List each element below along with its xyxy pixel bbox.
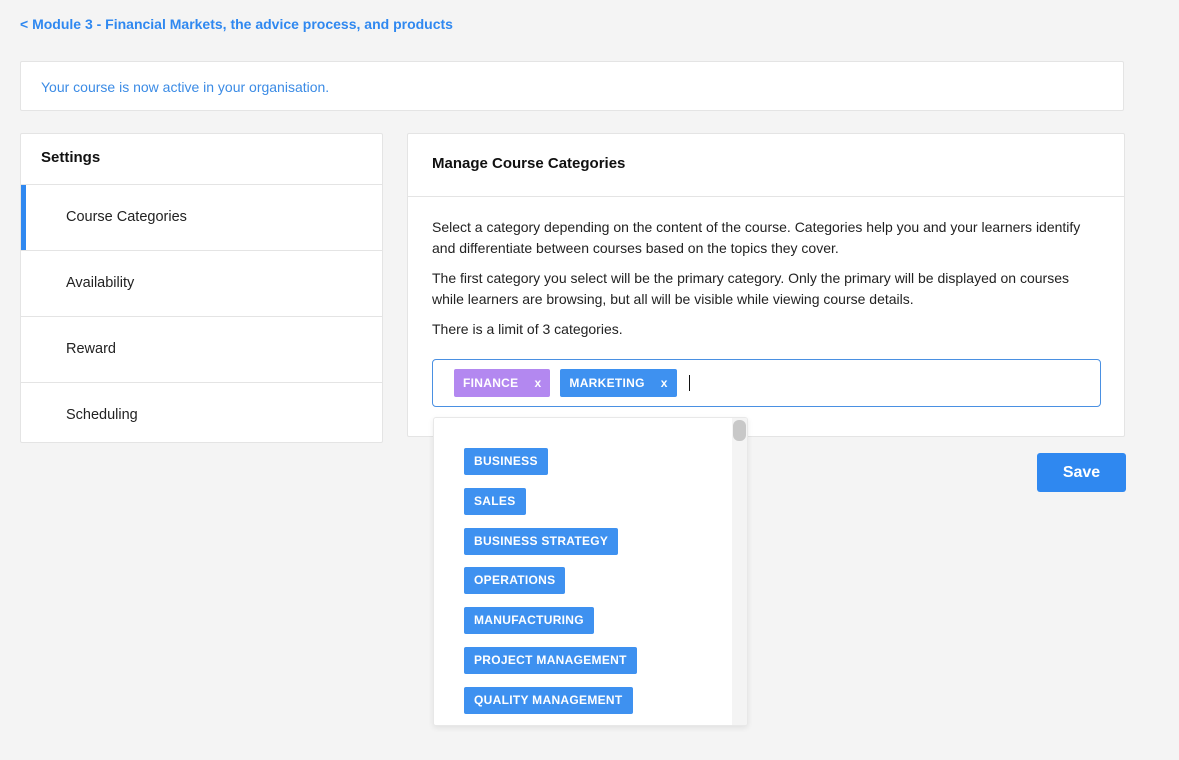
- selected-category-chip: FINANCE x: [454, 369, 551, 397]
- chip-remove-button[interactable]: x: [661, 376, 668, 390]
- description-paragraph: The first category you select will be th…: [432, 270, 1070, 307]
- category-option[interactable]: SALES: [464, 487, 526, 515]
- settings-item-label: Reward: [66, 341, 116, 357]
- category-option[interactable]: MANUFACTURING: [464, 607, 594, 635]
- category-options-dropdown: BUSINESS SALES BUSINESS STRATEGY OPERATI…: [433, 417, 748, 726]
- chip-label: FINANCE: [463, 376, 519, 390]
- settings-item-course-categories[interactable]: Course Categories: [21, 185, 382, 251]
- alert-message: Your course is now active in your organi…: [41, 79, 330, 95]
- category-option[interactable]: QUALITY MANAGEMENT: [464, 686, 633, 714]
- dropdown-scrollbar[interactable]: [732, 418, 747, 725]
- settings-item-label: Scheduling: [66, 407, 138, 423]
- category-options-list: BUSINESS SALES BUSINESS STRATEGY OPERATI…: [464, 448, 637, 725]
- settings-item-label: Course Categories: [66, 209, 187, 225]
- settings-panel: Settings Course Categories Availability …: [20, 133, 383, 443]
- settings-item-availability[interactable]: Availability: [21, 251, 382, 317]
- description-paragraph: Select a category depending on the conte…: [432, 219, 1081, 256]
- description-paragraph: There is a limit of 3 categories.: [432, 321, 623, 337]
- course-active-alert: Your course is now active in your organi…: [20, 61, 1124, 111]
- save-button[interactable]: Save: [1037, 453, 1126, 492]
- text-caret: [688, 375, 690, 391]
- settings-title: Settings: [21, 134, 382, 185]
- chip-remove-button[interactable]: x: [534, 376, 541, 390]
- settings-item-label: Availability: [66, 275, 135, 291]
- chip-label: MARKETING: [569, 376, 645, 390]
- category-tag-input[interactable]: FINANCE x MARKETING x: [432, 359, 1101, 407]
- back-to-module-link[interactable]: < Module 3 - Financial Markets, the advi…: [20, 16, 453, 32]
- category-option[interactable]: OPERATIONS: [464, 567, 566, 595]
- category-option[interactable]: PROJECT MANAGEMENT: [464, 646, 637, 674]
- scrollbar-thumb[interactable]: [733, 420, 746, 441]
- category-option[interactable]: BUSINESS: [464, 448, 548, 475]
- manage-categories-panel: Manage Course Categories Select a catego…: [407, 133, 1125, 437]
- manage-categories-title: Manage Course Categories: [408, 134, 1124, 197]
- manage-categories-description: Select a category depending on the conte…: [408, 197, 1124, 340]
- settings-item-scheduling[interactable]: Scheduling: [21, 383, 382, 448]
- category-option[interactable]: BUSINESS STRATEGY: [464, 527, 619, 555]
- selected-category-chip: MARKETING x: [560, 369, 677, 397]
- settings-item-reward[interactable]: Reward: [21, 317, 382, 383]
